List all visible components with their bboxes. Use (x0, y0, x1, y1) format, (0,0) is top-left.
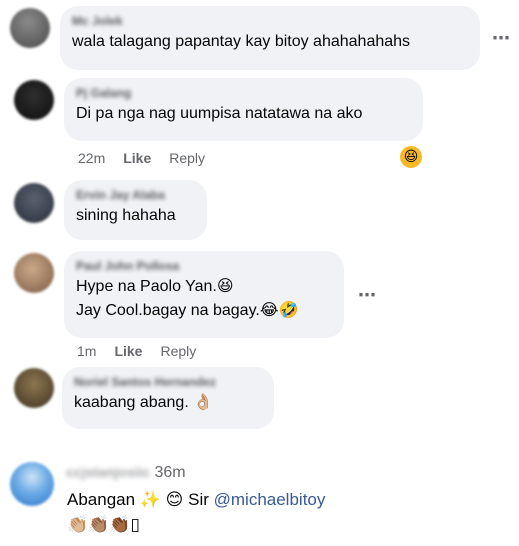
avatar[interactable] (10, 462, 54, 506)
comment-text: Di pa nga nag uumpisa natatawa na ako (76, 105, 363, 122)
comment-actions: 1m Like Reply (77, 343, 196, 359)
comment-bubble: Pj Galang Di pa nga nag uumpisa natatawa… (64, 78, 423, 141)
avatar[interactable] (10, 8, 50, 48)
comment-author[interactable]: ccjstanjosiic (66, 464, 150, 480)
mention-link[interactable]: @michaelbitoy (214, 490, 326, 509)
avatar[interactable] (14, 253, 54, 293)
more-options-icon[interactable]: ⋯ (492, 29, 511, 47)
comment-text: sining hahaha (76, 207, 176, 224)
comment-author[interactable]: Pj Galang (76, 86, 411, 100)
like-button[interactable]: Like (114, 343, 142, 359)
comment-text: kaabang abang. 👌🏼 (74, 394, 214, 411)
avatar[interactable] (14, 80, 54, 120)
comment-text: Abangan ✨ 😊 Sir (67, 490, 214, 509)
comment-text-line-2: 👏🏼👏🏽👏🏾▯ (67, 515, 140, 534)
comment-bubble: Noriel Santos Hernandez kaabang abang. 👌… (62, 367, 274, 429)
comment-bubble: Ervin Jay Alaba sining hahaha (64, 180, 207, 240)
comment-text-line-2: Jay Cool.bagay na bagay.😂🤣 (76, 302, 299, 319)
comment-author[interactable]: Noriel Santos Hernandez (74, 375, 262, 389)
comment-actions: 22m Like Reply (78, 150, 205, 166)
comment-timestamp[interactable]: 22m (78, 150, 105, 166)
more-options-icon[interactable]: ⋯ (358, 286, 377, 304)
comment-timestamp[interactable]: 36m (155, 464, 186, 481)
reply-button[interactable]: Reply (160, 343, 196, 359)
comment-header: ccjstanjosiic 36m (66, 464, 186, 482)
comment-bubble: Mc Jolek wala talagang papantay kay bito… (60, 6, 480, 70)
avatar[interactable] (14, 183, 54, 223)
comment-text-line-1: Hype na Paolo Yan.😆 (76, 278, 234, 295)
comment-bubble: Paul John Pollosa Hype na Paolo Yan.😆 Ja… (64, 251, 344, 338)
comment-text: wala talagang papantay kay bitoy ahahaha… (72, 33, 411, 50)
haha-reaction-icon[interactable]: 😆 (400, 146, 422, 168)
comment-author[interactable]: Ervin Jay Alaba (76, 188, 195, 202)
avatar[interactable] (14, 368, 54, 408)
reply-button[interactable]: Reply (169, 150, 205, 166)
comment-text-line-1: Abangan ✨ 😊 Sir @michaelbitoy (67, 489, 325, 511)
like-button[interactable]: Like (123, 150, 151, 166)
comment-timestamp[interactable]: 1m (77, 343, 96, 359)
comment-author[interactable]: Mc Jolek (72, 14, 468, 28)
comment-author[interactable]: Paul John Pollosa (76, 259, 332, 273)
